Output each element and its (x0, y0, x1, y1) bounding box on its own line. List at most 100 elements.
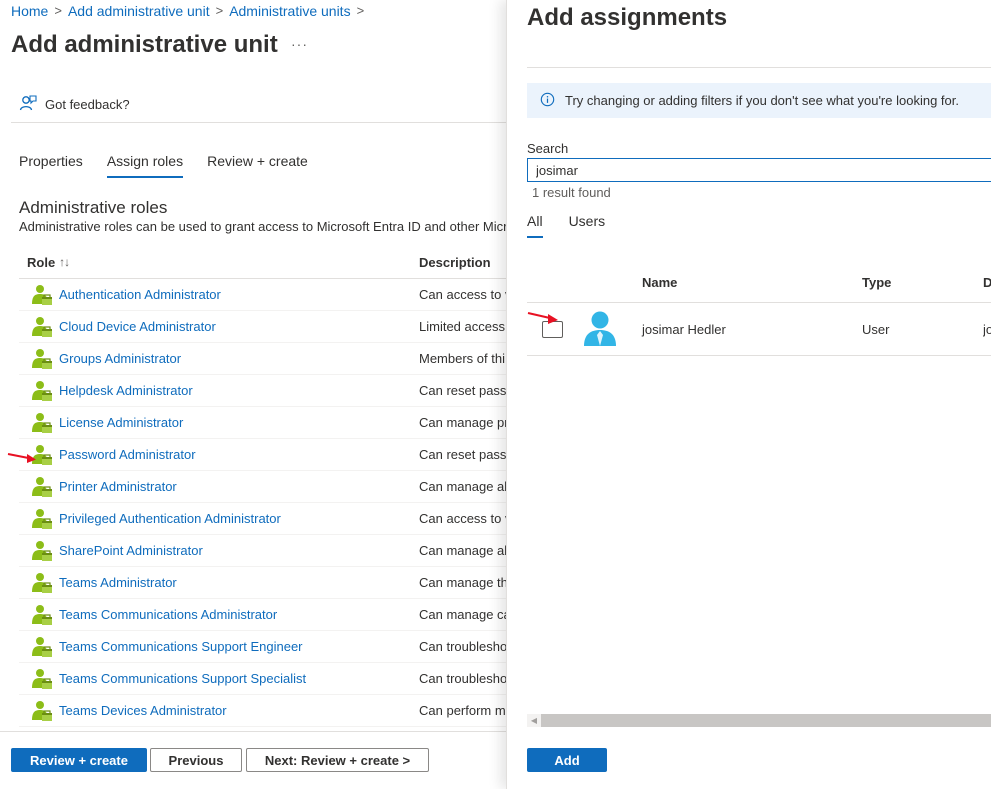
tab-users[interactable]: Users (569, 213, 606, 238)
table-header: Role ↑↓ Description (19, 246, 506, 279)
table-row[interactable]: Teams Communications Support Engineer Can… (19, 631, 506, 663)
role-person-icon (31, 380, 53, 402)
role-cell: SharePoint Administrator (19, 540, 419, 562)
user-avatar-icon (583, 311, 617, 350)
annotation-arrow (7, 453, 36, 463)
role-cell: Cloud Device Administrator (19, 316, 419, 338)
tab-properties[interactable]: Properties (19, 153, 83, 178)
role-header-label: Role (27, 254, 56, 270)
annotation-arrow (527, 312, 558, 324)
table-row[interactable]: Password Administrator Can reset passw (19, 439, 506, 471)
table-row[interactable]: Printer Administrator Can manage all (19, 471, 506, 503)
breadcrumb-add-administrative-unit[interactable]: Add administrative unit (68, 3, 210, 19)
role-link[interactable]: Teams Communications Support Specialist (59, 671, 306, 686)
table-row[interactable]: Authentication Administrator Can access t… (19, 279, 506, 311)
role-description: Can manage all (419, 543, 506, 558)
role-person-icon (31, 412, 53, 434)
role-link[interactable]: Cloud Device Administrator (59, 319, 216, 334)
table-row[interactable]: Cloud Device Administrator Limited access… (19, 311, 506, 343)
table-row[interactable]: Teams Devices Administrator Can perform m (19, 695, 506, 727)
role-column-header[interactable]: Role ↑↓ (19, 255, 419, 270)
role-cell: Teams Devices Administrator (19, 700, 419, 722)
table-row[interactable]: Teams Communications Support Specialist C… (19, 663, 506, 695)
role-link[interactable]: SharePoint Administrator (59, 543, 203, 558)
role-cell: Helpdesk Administrator (19, 380, 419, 402)
table-row[interactable]: Teams Administrator Can manage th (19, 567, 506, 599)
table-row[interactable]: Teams Communications Administrator Can ma… (19, 599, 506, 631)
breadcrumb-administrative-units[interactable]: Administrative units (229, 3, 350, 19)
d-column-header[interactable]: D (983, 275, 991, 290)
review-create-button[interactable]: Review + create (11, 748, 147, 772)
more-options-button[interactable]: ··· (291, 36, 308, 52)
section-title: Administrative roles (19, 198, 168, 217)
sort-icon[interactable]: ↑↓ (59, 255, 70, 269)
role-link[interactable]: Teams Devices Administrator (59, 703, 227, 718)
tab-all[interactable]: All (527, 213, 543, 238)
role-person-icon (31, 572, 53, 594)
role-person-icon (31, 636, 53, 658)
table-row[interactable]: Helpdesk Administrator Can reset passw (19, 375, 506, 407)
role-cell: Teams Communications Support Engineer (19, 636, 419, 658)
info-text: Try changing or adding filters if you do… (565, 93, 959, 108)
tab-review-create[interactable]: Review + create (207, 153, 308, 178)
results-table-header: Name Type D (527, 262, 991, 303)
role-description: Can access to v (419, 511, 506, 526)
add-assignments-panel: Add assignments Try changing or adding f… (506, 0, 991, 789)
role-link[interactable]: Privileged Authentication Administrator (59, 511, 281, 526)
scroll-left-icon[interactable]: ◀ (527, 714, 541, 727)
info-message: Try changing or adding filters if you do… (527, 83, 991, 118)
user-type: User (862, 321, 890, 337)
breadcrumb: Home > Add administrative unit > Adminis… (11, 3, 364, 19)
panel-tabs: All Users (527, 213, 605, 238)
role-person-icon (31, 284, 53, 306)
type-column-header[interactable]: Type (862, 275, 983, 290)
role-description: Can reset passw (419, 447, 506, 462)
role-description: Can manage ca (419, 607, 506, 622)
role-cell: Groups Administrator (19, 348, 419, 370)
horizontal-scrollbar[interactable]: ◀ (527, 714, 991, 727)
role-link[interactable]: Groups Administrator (59, 351, 181, 366)
footer-divider (0, 731, 506, 732)
divider (11, 122, 506, 123)
role-person-icon (31, 604, 53, 626)
role-link[interactable]: Authentication Administrator (59, 287, 221, 302)
table-row[interactable]: josimar Hedler User jo (527, 303, 991, 356)
description-column-header: Description (419, 254, 491, 270)
breadcrumb-separator: > (215, 3, 224, 18)
role-cell: Password Administrator (19, 444, 419, 466)
role-link[interactable]: Helpdesk Administrator (59, 383, 193, 398)
breadcrumb-separator: > (54, 3, 62, 18)
page-title: Add administrative unit (11, 31, 278, 58)
table-row[interactable]: SharePoint Administrator Can manage all (19, 535, 506, 567)
breadcrumb-home[interactable]: Home (11, 3, 48, 19)
create-au-page: Home > Add administrative unit > Adminis… (0, 0, 506, 789)
role-link[interactable]: License Administrator (59, 415, 183, 430)
info-circle-icon (540, 92, 555, 110)
role-person-icon (31, 316, 53, 338)
role-description: Can troublesho (419, 671, 506, 686)
table-row[interactable]: Privileged Authentication Administrator C… (19, 503, 506, 535)
role-person-icon (31, 668, 53, 690)
feedback-link[interactable]: Got feedback? (19, 94, 130, 115)
panel-title: Add assignments (527, 4, 728, 31)
user-d: jo (983, 321, 991, 337)
feedback-person-icon (19, 94, 37, 115)
user-name: josimar Hedler (642, 321, 726, 337)
role-link[interactable]: Teams Communications Support Engineer (59, 639, 303, 654)
result-count: 1 result found (532, 185, 611, 200)
previous-button[interactable]: Previous (150, 748, 242, 772)
role-description: Can manage th (419, 575, 506, 590)
table-row[interactable]: Groups Administrator Members of thi (19, 343, 506, 375)
name-column-header[interactable]: Name (642, 275, 862, 290)
search-input[interactable] (527, 158, 991, 182)
add-button[interactable]: Add (527, 748, 607, 772)
role-person-icon (31, 700, 53, 722)
next-review-create-button[interactable]: Next: Review + create > (246, 748, 429, 772)
role-cell: License Administrator (19, 412, 419, 434)
role-link[interactable]: Printer Administrator (59, 479, 177, 494)
role-link[interactable]: Password Administrator (59, 447, 196, 462)
role-link[interactable]: Teams Administrator (59, 575, 177, 590)
role-link[interactable]: Teams Communications Administrator (59, 607, 277, 622)
tab-assign-roles[interactable]: Assign roles (106, 153, 184, 178)
table-row[interactable]: License Administrator Can manage pr (19, 407, 506, 439)
